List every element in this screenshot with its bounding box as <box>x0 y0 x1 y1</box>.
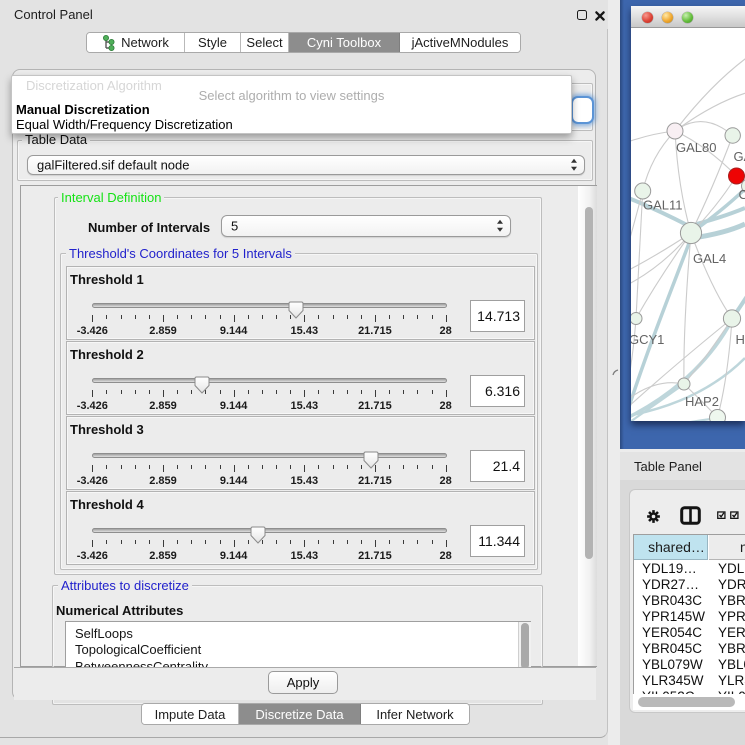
svg-text:GAL80: GAL80 <box>676 140 716 155</box>
svg-text:HAP2: HAP2 <box>685 394 719 409</box>
svg-text:GAL11: GAL11 <box>643 198 683 213</box>
svg-text:H: H <box>736 332 745 347</box>
svg-text:GCY1: GCY1 <box>631 332 664 347</box>
svg-text:GA: GA <box>734 149 745 164</box>
svg-text:GAL4: GAL4 <box>693 251 726 266</box>
svg-text:C: C <box>739 187 745 202</box>
